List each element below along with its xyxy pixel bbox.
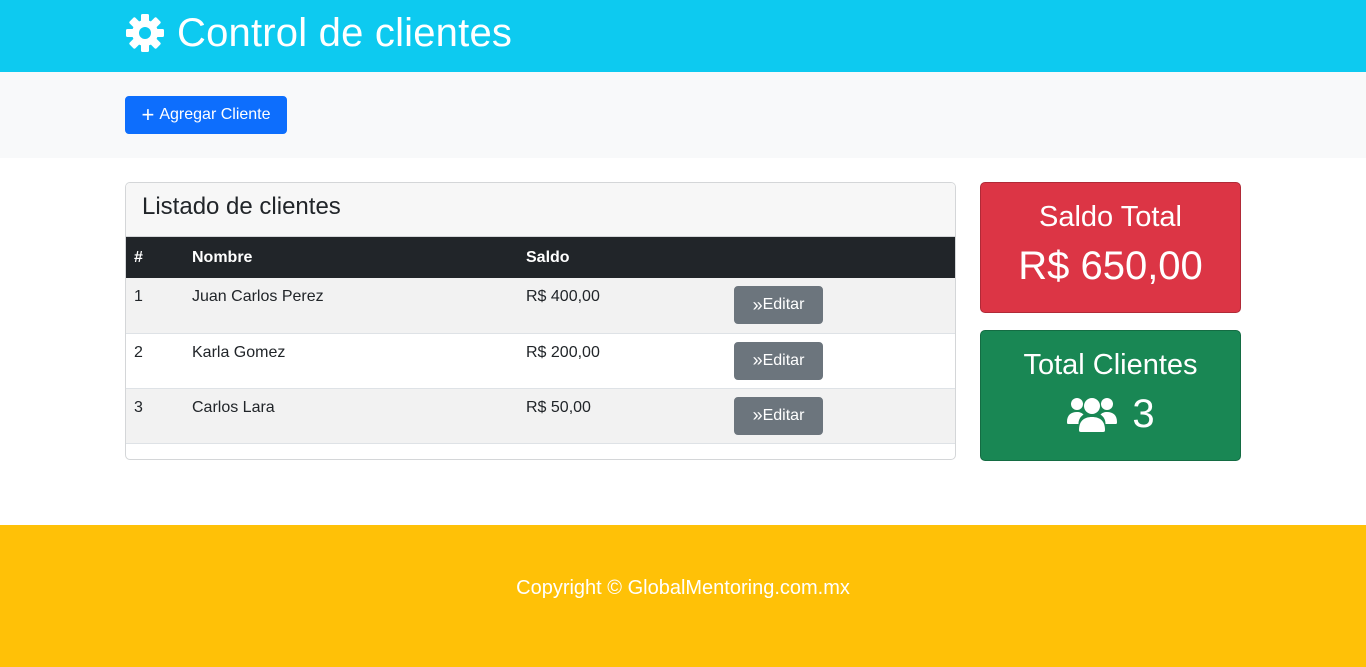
- clients-table: # Nombre Saldo 1 Juan Carlos Perez R$ 40…: [126, 237, 955, 444]
- table-row: 3 Carlos Lara R$ 50,00 » Editar: [126, 388, 955, 443]
- clients-card-header: Listado de clientes: [126, 183, 955, 237]
- saldo-total-title: Saldo Total: [1039, 201, 1182, 233]
- saldo-total-value: R$ 650,00: [1018, 244, 1203, 288]
- edit-label: Editar: [762, 351, 805, 369]
- row-number: 1: [134, 288, 143, 305]
- table-header-row: # Nombre Saldo: [126, 237, 955, 278]
- table-header: # Nombre Saldo: [126, 237, 955, 278]
- total-clientes-title: Total Clientes: [1023, 349, 1198, 381]
- row-name: Carlos Lara: [192, 398, 275, 416]
- row-name: Karla Gomez: [192, 343, 286, 361]
- column-header-name: Nombre: [192, 248, 253, 266]
- clients-card: Listado de clientes # Nombre Saldo 1 Jua…: [125, 182, 956, 460]
- footer-copyright: Copyright © GlobalMentoring.com.mx: [516, 577, 850, 599]
- table-row: 2 Karla Gomez R$ 200,00 » Editar: [126, 333, 955, 388]
- gear-icon: [126, 14, 164, 52]
- table-body: 1 Juan Carlos Perez R$ 400,00 » Editar 2…: [126, 278, 955, 443]
- page-title: Control de clientes: [177, 11, 513, 55]
- total-clientes-value: 3: [1132, 392, 1155, 436]
- page-footer: Copyright © GlobalMentoring.com.mx: [0, 525, 1366, 667]
- header-brand: Control de clientes: [125, 10, 512, 56]
- app-header: Control de clientes: [0, 0, 1366, 72]
- row-saldo: R$ 200,00: [526, 343, 600, 361]
- double-chevron-right-icon: »: [752, 294, 763, 315]
- double-chevron-right-icon: »: [752, 405, 763, 425]
- edit-client-button[interactable]: » Editar: [734, 341, 823, 380]
- action-bar: + Agregar Cliente: [0, 72, 1366, 158]
- total-clientes-value-row: 3: [981, 391, 1240, 437]
- edit-label: Editar: [762, 406, 805, 424]
- clients-card-title: Listado de clientes: [142, 193, 341, 220]
- add-client-label: Agregar Cliente: [159, 106, 271, 123]
- add-client-button[interactable]: + Agregar Cliente: [125, 96, 287, 134]
- row-saldo: R$ 50,00: [526, 398, 591, 416]
- edit-client-button[interactable]: » Editar: [734, 286, 823, 324]
- plus-icon: +: [141, 102, 155, 127]
- double-chevron-right-icon: »: [752, 350, 763, 370]
- row-actions: » Editar: [726, 388, 955, 443]
- edit-client-button[interactable]: » Editar: [734, 396, 823, 435]
- column-header-actions: [726, 237, 955, 278]
- column-header-number: #: [134, 248, 143, 266]
- edit-label: Editar: [762, 296, 805, 313]
- total-clientes-card: Total Clientes 3: [980, 330, 1241, 461]
- row-number: 3: [134, 398, 143, 416]
- row-number: 2: [134, 343, 143, 361]
- table-row: 1 Juan Carlos Perez R$ 400,00 » Editar: [126, 278, 955, 333]
- row-actions: » Editar: [726, 278, 955, 333]
- users-icon: [1067, 398, 1118, 432]
- row-actions: » Editar: [726, 333, 955, 388]
- row-name: Juan Carlos Perez: [192, 288, 324, 305]
- row-saldo: R$ 400,00: [526, 288, 600, 305]
- column-header-saldo: Saldo: [526, 248, 570, 266]
- saldo-total-card: Saldo Total R$ 650,00: [980, 182, 1241, 313]
